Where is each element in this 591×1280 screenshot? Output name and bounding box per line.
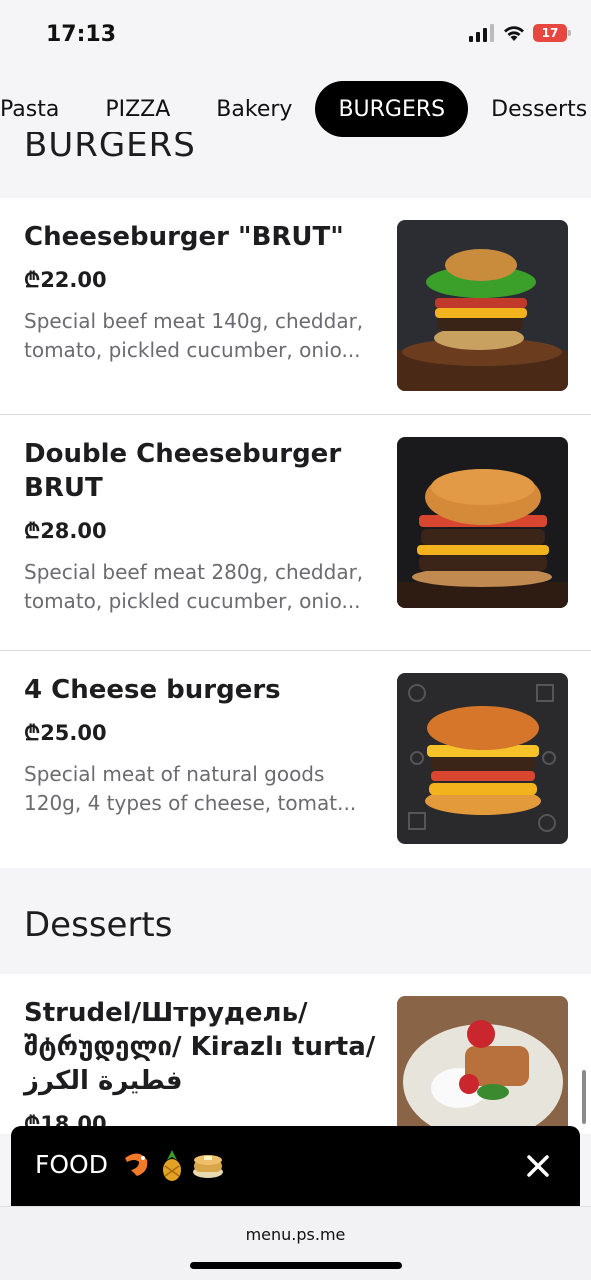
pancakes-icon	[193, 1155, 223, 1178]
item-price: ₾22.00	[24, 268, 107, 292]
item-name-line: فطيرة الكرز	[24, 1066, 183, 1096]
item-name-line: BRUT	[24, 473, 103, 503]
tab-label: BURGERS	[338, 96, 446, 122]
scrollbar[interactable]	[582, 1070, 586, 1124]
status-bar: 17:13 17	[0, 0, 591, 70]
menu-item[interactable]: Strudel/Штрудель/ შტრუდელი/ Kirazlı turt…	[0, 974, 591, 1167]
promo-label: FOOD	[35, 1150, 108, 1179]
item-image[interactable]	[397, 673, 568, 844]
burger-photo	[397, 673, 568, 844]
tab-label: Pasta	[0, 96, 60, 122]
tab-pizza[interactable]: PIZZA	[82, 81, 193, 137]
item-name: Double Cheeseburger BRUT	[24, 437, 376, 505]
category-tabs: Pasta PIZZA Bakery BURGERS Desserts	[0, 78, 591, 140]
item-image[interactable]	[397, 437, 568, 608]
burger-photo	[397, 437, 568, 608]
item-description: Special beef meat 280g, cheddar, tomato,…	[24, 558, 376, 616]
tab-pasta[interactable]: Pasta	[0, 81, 82, 137]
item-description: Special meat of natural goods 120g, 4 ty…	[24, 760, 376, 818]
item-description: Special beef meat 140g, cheddar, tomato,…	[24, 307, 376, 365]
battery-icon: 17	[533, 24, 571, 42]
pineapple-icon	[163, 1150, 181, 1181]
section-title-text: BURGERS	[24, 132, 196, 165]
cellular-signal-icon	[469, 24, 494, 42]
item-price: ₾25.00	[24, 721, 107, 745]
burger-photo	[397, 220, 568, 391]
item-name: Cheeseburger "BRUT"	[24, 222, 344, 252]
status-icons: 17	[469, 24, 571, 42]
item-name-line: შტრუდელი/ Kirazlı turta/	[24, 1032, 376, 1062]
url-text: menu.ps.me	[245, 1225, 346, 1244]
description-line: Special meat of natural goods	[24, 762, 325, 786]
battery-level: 17	[541, 26, 559, 40]
close-icon[interactable]	[526, 1154, 550, 1178]
item-name: 4 Cheese burgers	[24, 675, 281, 705]
item-name-line: Strudel/Штрудель/	[24, 998, 308, 1028]
tab-label: Bakery	[216, 96, 293, 122]
description-line: Special beef meat 140g, cheddar,	[24, 309, 364, 333]
shrimp-icon	[125, 1153, 148, 1176]
description-line: tomato, pickled cucumber, onio...	[24, 589, 361, 613]
status-time: 17:13	[46, 22, 117, 47]
menu-item[interactable]: Double Cheeseburger BRUT ₾28.00 Special …	[0, 415, 591, 651]
item-name-line: Double Cheeseburger	[24, 439, 342, 469]
tab-desserts[interactable]: Desserts	[468, 81, 591, 137]
item-image[interactable]	[397, 220, 568, 391]
section-title-burgers: BURGERS	[24, 132, 196, 168]
tab-label: PIZZA	[105, 96, 171, 122]
burgers-card: Cheeseburger "BRUT" ₾22.00 Special beef …	[0, 198, 591, 868]
item-price: ₾28.00	[24, 519, 107, 543]
menu-item[interactable]: 4 Cheese burgers ₾25.00 Special meat of …	[0, 651, 591, 868]
menu-item[interactable]: Cheeseburger "BRUT" ₾22.00 Special beef …	[0, 198, 591, 415]
wifi-icon	[504, 26, 524, 41]
item-name: Strudel/Штрудель/ შტრუდელი/ Kirazlı turt…	[24, 996, 376, 1098]
tab-bakery[interactable]: Bakery	[193, 81, 315, 137]
tab-label: Desserts	[491, 96, 588, 122]
description-line: Special beef meat 280g, cheddar,	[24, 560, 364, 584]
section-title-desserts: Desserts	[24, 905, 173, 945]
desserts-card: Strudel/Штрудель/ შტრუდელი/ Kirazlı turt…	[0, 974, 591, 1167]
home-indicator[interactable]	[190, 1262, 402, 1269]
description-line: tomato, pickled cucumber, onio...	[24, 338, 361, 362]
description-line: 120g, 4 types of cheese, tomat...	[24, 791, 357, 815]
tab-burgers[interactable]: BURGERS	[315, 81, 469, 137]
promo-bar[interactable]: FOOD	[11, 1126, 580, 1206]
